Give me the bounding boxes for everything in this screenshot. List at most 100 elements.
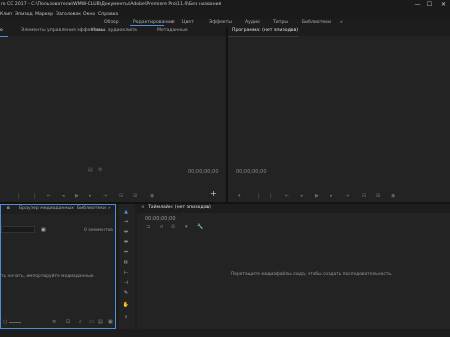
tab-libraries[interactable]: Библиотеки	[77, 206, 106, 212]
ripple-edit-tool-icon[interactable]: ⇹	[122, 229, 130, 235]
tab-source[interactable]: о	[0, 28, 3, 34]
minimize-button[interactable]: —	[414, 2, 421, 8]
program-marker-icon[interactable]: ▾	[238, 193, 241, 199]
export-frame-icon[interactable]: ◉	[150, 193, 154, 199]
program-timecode: 00;00;00;00	[236, 169, 267, 175]
program-menu-icon[interactable]: ≡	[289, 28, 293, 34]
program-play-icon[interactable]: ▶	[315, 193, 319, 199]
workspace-overflow-icon[interactable]: »	[340, 20, 343, 26]
go-to-in-icon[interactable]: ⇤	[47, 193, 51, 199]
mark-in-icon[interactable]: |	[18, 193, 20, 199]
track-select-tool-icon[interactable]: →	[122, 219, 130, 225]
new-item-icon[interactable]: ▤	[98, 319, 103, 325]
source-tab-indicator	[0, 36, 8, 37]
add-marker-icon[interactable]: ▾	[185, 224, 188, 230]
workspace-bar: Обзор Редактирование ≡ Цвет Эффекты Ауди…	[0, 19, 450, 27]
clear-icon[interactable]: ▣	[108, 319, 113, 325]
snap-icon[interactable]: ∩	[160, 224, 164, 230]
workspace-titles[interactable]: Титры	[273, 20, 288, 26]
program-step-back-icon[interactable]: ◂	[300, 193, 303, 199]
menu-window[interactable]: Окно	[83, 12, 95, 18]
tab-timeline[interactable]: Таймлайн: (нет эпизодов)	[148, 205, 211, 211]
timeline-close-icon[interactable]: ×	[141, 205, 145, 211]
tab-project[interactable]: в	[7, 206, 10, 212]
workspace-libraries[interactable]: Библиотеки	[302, 20, 331, 26]
pen-tool-icon[interactable]: ✎	[122, 290, 130, 296]
linked-selection-icon[interactable]: ⊙	[171, 224, 175, 230]
slip-tool-icon[interactable]: ⊢	[122, 270, 130, 276]
timeline-empty-message: Перетащите медиафайлы сюда, чтобы создат…	[231, 272, 393, 277]
tools-panel: ▲ → ⇹ ⇼ ⇔ ⧅ ⊢ ⊣ ✎ ✋ ⌕	[119, 204, 135, 329]
program-go-to-out-icon[interactable]: ⇥	[345, 193, 349, 199]
new-bin-icon[interactable]: ▭	[89, 319, 94, 325]
new-bin-from-search-icon[interactable]: ▣	[41, 227, 46, 233]
step-forward-icon[interactable]: ▸	[89, 193, 92, 199]
rolling-edit-tool-icon[interactable]: ⇼	[122, 239, 130, 245]
slide-tool-icon[interactable]: ⊣	[122, 280, 130, 286]
program-mark-in-icon[interactable]: |	[258, 193, 260, 199]
program-panel-header: Программа: (нет эпизодов) ≡	[228, 27, 450, 36]
project-overflow-icon[interactable]: »	[108, 206, 111, 212]
step-back-icon[interactable]: ◂	[62, 193, 65, 199]
workspace-editing-menu-icon[interactable]: ≡	[171, 20, 175, 26]
menu-help[interactable]: Справка	[98, 12, 118, 18]
workspace-review[interactable]: Обзор	[104, 20, 119, 26]
status-bar	[0, 329, 450, 337]
workspace-audio[interactable]: Аудио	[245, 20, 260, 26]
project-empty-message: ть начать, импортируйте медиаданные.	[1, 274, 95, 279]
mark-out-icon[interactable]: |	[34, 193, 36, 199]
zoom-tool-icon[interactable]: ⌕	[122, 314, 130, 320]
program-export-frame-icon[interactable]: ◉	[391, 193, 395, 199]
timeline-panel-header: × Таймлайн: (нет эпизодов) ≡	[137, 204, 450, 213]
menu-marker[interactable]: Маркер	[35, 12, 53, 18]
settings-icon[interactable]: ▤	[88, 167, 93, 173]
menu-bar: Клип Эпизод Маркер Заголовок Окно Справк…	[0, 11, 450, 19]
find-icon[interactable]: ⌕	[79, 319, 82, 325]
maximize-button[interactable]: ☐	[426, 2, 433, 8]
program-panel: Программа: (нет эпизодов) ≡ 00;00;00;00 …	[228, 27, 450, 202]
menu-clip[interactable]: Клип	[0, 12, 12, 18]
lift-icon[interactable]: ⊟	[362, 193, 366, 199]
add-button-icon[interactable]: +	[210, 190, 217, 198]
timeline-settings-wrench-icon[interactable]: 🔧	[197, 224, 203, 230]
menu-sequence[interactable]: Эпизод	[15, 12, 33, 18]
workspace-active-indicator	[130, 25, 164, 26]
title-bar: ro CC 2017 - C:\Пользователи\WMW-CLUB\До…	[0, 0, 450, 11]
workspace-color[interactable]: Цвет	[182, 20, 194, 26]
zoom-slider-icon[interactable]: ○	[3, 319, 7, 325]
program-tab-indicator	[228, 36, 298, 37]
insert-icon[interactable]: ⊟	[119, 193, 123, 199]
rate-stretch-tool-icon[interactable]: ⇔	[122, 249, 130, 255]
automate-to-sequence-icon[interactable]: ⊡	[66, 319, 70, 325]
selection-tool-icon[interactable]: ▲	[122, 209, 130, 215]
program-go-to-in-icon[interactable]: ⇤	[285, 193, 289, 199]
program-step-forward-icon[interactable]: ▸	[330, 193, 333, 199]
close-button[interactable]: ✕	[440, 2, 447, 8]
zoom-slider[interactable]	[9, 322, 21, 323]
timeline-timecode: 00;00;00;00	[145, 216, 176, 222]
tab-audio-clip-mixer[interactable]: Микш. аудиоклипа	[91, 28, 137, 34]
play-icon[interactable]: ▶	[75, 193, 79, 199]
tab-metadata[interactable]: Метаданные	[157, 28, 188, 34]
tab-media-browser[interactable]: Браузер медиаданных	[19, 206, 74, 212]
source-timecode: 00;00;00;00	[188, 169, 219, 175]
menu-title[interactable]: Заголовок	[56, 12, 81, 18]
go-to-out-icon[interactable]: ⇥	[103, 193, 107, 199]
workspace-effects[interactable]: Эффекты	[209, 20, 232, 26]
project-panel: в Браузер медиаданных Библиотеки » ▣ 0 э…	[0, 204, 116, 329]
hand-tool-icon[interactable]: ✋	[122, 302, 130, 308]
sort-icon[interactable]: ≡	[52, 319, 56, 325]
program-mark-out-icon[interactable]: |	[270, 193, 272, 199]
timeline-menu-icon[interactable]: ≡	[205, 205, 209, 211]
timeline-panel: × Таймлайн: (нет эпизодов) ≡ 00;00;00;00…	[137, 204, 450, 329]
project-search-input[interactable]	[1, 226, 35, 233]
extract-icon[interactable]: ⊞	[376, 193, 380, 199]
project-panel-header: в Браузер медиаданных Библиотеки »	[1, 205, 115, 214]
wrench-icon[interactable]: ⚙	[98, 167, 102, 173]
window-title: ro CC 2017 - C:\Пользователи\WMW-CLUB\До…	[1, 2, 222, 7]
razor-tool-icon[interactable]: ⧅	[122, 259, 130, 265]
project-item-count: 0 элементов	[84, 228, 113, 233]
insert-nest-icon[interactable]: ⊐	[146, 224, 150, 230]
source-panel-header: о Элементы управления эффектами Микш. ау…	[0, 27, 226, 36]
overwrite-icon[interactable]: ⊞	[133, 193, 137, 199]
